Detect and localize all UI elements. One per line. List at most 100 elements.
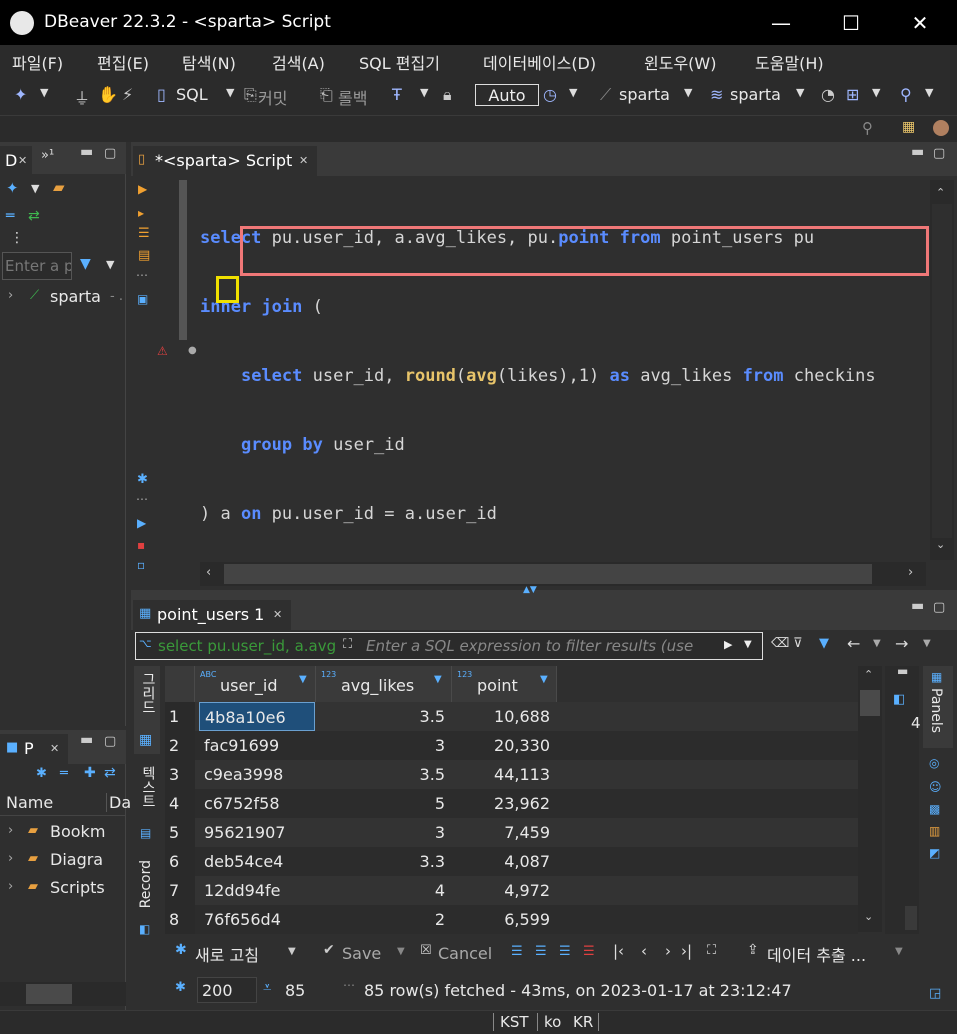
forward-icon[interactable]: → [895,634,908,653]
schema-icon[interactable]: ≋ [710,85,723,104]
metadata-panel-icon[interactable]: ☺ [929,780,942,794]
add-row-icon[interactable]: ☰ [535,944,547,959]
add-icon[interactable]: ✚ [84,765,96,781]
filter-history-dropdown-icon[interactable]: ▼ [744,639,752,650]
filter-settings-icon[interactable]: ⊽ [793,636,803,651]
menu-file[interactable]: 파일(F) [12,50,63,74]
table-cell-point[interactable]: 23,962 [456,789,556,818]
sort-icon[interactable]: ▼ [434,674,442,685]
locale-lang-label[interactable]: ko [537,1013,561,1031]
lock-icon[interactable]: 🔒︎ [443,85,452,105]
scroll-down-icon[interactable]: ⌄ [936,538,945,551]
minimize-icon[interactable]: ▬ [80,144,93,160]
link-icon[interactable]: ⇄ [104,765,116,781]
scrollbar-thumb[interactable] [860,690,880,716]
scroll-left-icon[interactable]: ‹ [206,565,211,580]
scroll-up-icon[interactable]: ⌃ [864,668,873,681]
chevron-down-icon[interactable]: ▼ [106,258,114,271]
minimize-icon[interactable]: ▬ [80,732,93,748]
table-cell-point[interactable]: 20,330 [456,731,556,760]
table-cell-avg-likes[interactable]: 5 [316,789,451,818]
sort-icon[interactable]: ▼ [540,674,548,685]
projects-tab[interactable]: ■ P ✕ [0,734,68,764]
invalidate-icon[interactable]: ⚡ [122,85,133,104]
export-data-icon[interactable]: ⇪ [747,942,759,958]
maximize-icon[interactable]: ▢ [104,734,116,749]
table-row[interactable]: 6 deb54ce4 3.3 4,087 [165,847,858,876]
settings-icon[interactable]: ✱ [137,472,148,487]
row-number[interactable]: 3 [165,760,195,789]
table-cell-avg-likes[interactable]: 4 [316,876,451,905]
refresh-button[interactable]: 새로 고침 [195,942,259,966]
export-icon[interactable]: ▶ [137,516,146,530]
rollback-icon[interactable]: ⎗ [320,85,333,105]
history-icon[interactable]: ◷ [543,85,557,104]
table-cell-user-id[interactable]: 4b8a10e6 [199,702,315,731]
maximize-icon[interactable]: ☐ [826,8,876,38]
table-cell-user-id[interactable]: deb54ce4 [199,847,315,876]
console-icon[interactable]: ▣ [137,292,148,306]
tree-item-sparta[interactable]: › ⟋ sparta - . [0,286,126,310]
fold-marker-icon[interactable]: ● [188,345,197,356]
menu-help[interactable]: 도움말(H) [755,50,824,74]
export-data-button[interactable]: 데이터 추출 ... [767,942,866,966]
column-name-header[interactable]: Name [6,793,53,812]
erd-icon[interactable]: ⊞ [846,85,859,104]
table-cell-user-id[interactable]: 12dd94fe [199,876,315,905]
expand-icon[interactable]: › [8,288,13,303]
filter-input[interactable]: Enter a SQL expression to filter results… [366,637,718,655]
maximize-icon[interactable]: ▢ [933,146,945,161]
filter-icon[interactable]: ▼ [80,256,91,272]
chevron-down-icon[interactable]: ▼ [796,86,804,99]
table-cell-point[interactable]: 44,113 [456,760,556,789]
chevron-down-icon[interactable]: ▼ [895,946,903,957]
filter-bar[interactable]: ⌥ select pu.user_id, a.avg ⛶ Enter a SQL… [135,632,763,660]
new-connection-icon[interactable]: ✦ [14,85,27,104]
sql-button[interactable]: SQL [176,85,208,104]
menu-window[interactable]: 윈도우(W) [644,50,716,74]
row-number[interactable]: 7 [165,876,195,905]
sort-icon[interactable]: ▼ [299,674,307,685]
scroll-right-icon[interactable]: › [908,565,913,580]
chevron-down-icon[interactable]: ▼ [226,86,234,99]
next-icon[interactable]: › [665,942,671,960]
table-cell-avg-likes[interactable]: 3 [316,731,451,760]
connect-icon[interactable]: ⏚ [74,85,90,109]
table-cell-avg-likes[interactable]: 3.3 [316,847,451,876]
table-cell-avg-likes[interactable]: 3.5 [316,702,451,731]
back-icon[interactable]: ← [847,634,860,653]
grid-corner[interactable] [165,666,195,702]
fetch-all-icon[interactable]: ⛶ [707,943,716,958]
table-row[interactable]: 4 c6752f58 5 23,962 [165,789,858,818]
menu-sql-editor[interactable]: SQL 편집기 [359,50,440,74]
table-cell-user-id[interactable]: c9ea3998 [199,760,315,789]
edit-row-icon[interactable]: ☰ [511,944,523,959]
chevron-down-icon[interactable]: ▼ [873,638,881,649]
table-cell-user-id[interactable]: 76f656d4 [199,905,315,934]
close-icon[interactable]: ✕ [273,608,282,621]
expand-icon[interactable]: › [8,823,13,838]
configure-icon[interactable]: ✱ [36,766,47,781]
timezone-label[interactable]: KST [493,1013,529,1031]
scrollbar-thumb[interactable] [224,564,872,584]
row-number[interactable]: 5 [165,818,195,847]
list-item[interactable]: › ▰ Diagra [0,848,126,874]
filter-history-icon[interactable]: ⌥ [139,637,152,650]
grid-vertical-scrollbar[interactable]: ⌃ ⌄ [858,666,882,932]
datasource-selector[interactable]: sparta [619,85,670,104]
chevron-down-icon[interactable]: ▼ [925,86,933,99]
table-row[interactable]: 3 c9ea3998 3.5 44,113 [165,760,858,789]
table-cell-point[interactable]: 4,087 [456,847,556,876]
chevron-down-icon[interactable]: ▼ [31,182,39,195]
clear-filter-icon[interactable]: ⌫ [771,636,789,651]
table-cell-point[interactable]: 10,688 [456,702,556,731]
refresh-icon[interactable]: ✱ [175,942,187,958]
folder-icon[interactable]: ▰ [53,178,65,196]
chevron-down-icon[interactable]: ▼ [397,946,405,957]
chevron-down-icon[interactable]: ▼ [872,86,880,99]
datasource-icon[interactable]: ⟋ [600,85,611,105]
text-view-tab[interactable]: 텍스트 ▤ [134,760,160,848]
table-cell-avg-likes[interactable]: 3 [316,818,451,847]
chevron-down-icon[interactable]: ▼ [288,946,296,957]
more-tabs-icon[interactable]: »¹ [41,148,54,163]
